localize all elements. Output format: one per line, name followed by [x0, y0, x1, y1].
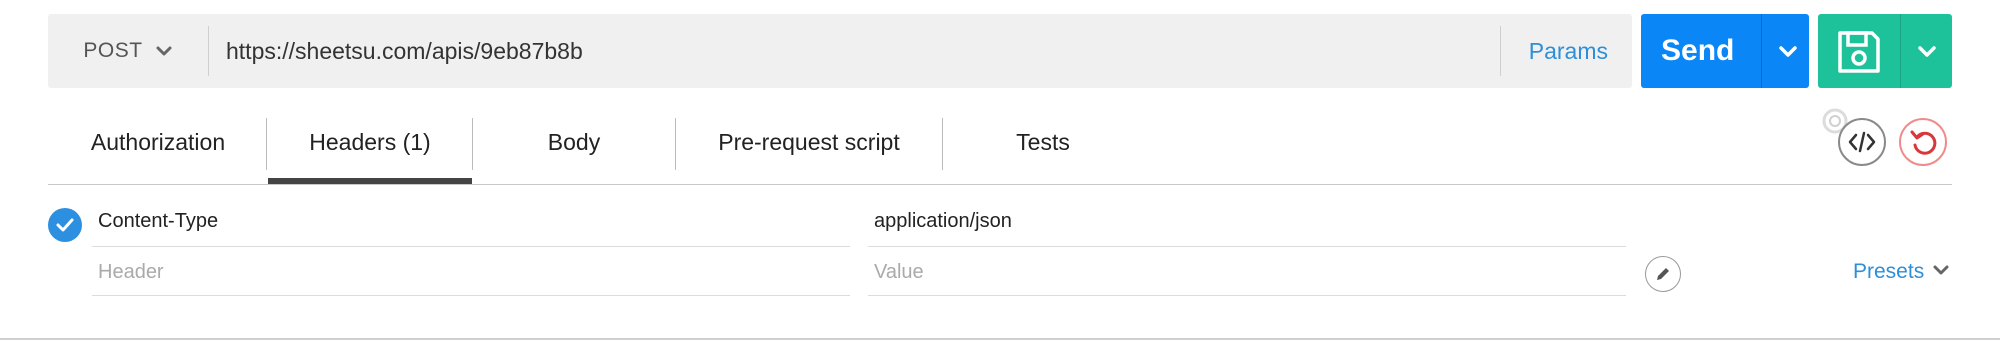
panel-bottom-border [0, 338, 2000, 340]
reset-icon [1909, 128, 1939, 163]
url-bar: POST https://sheetsu.com/apis/9eb87b8b P… [48, 14, 1632, 88]
tab-divider [266, 118, 267, 170]
save-button[interactable] [1818, 14, 1952, 88]
tab-pre-request-script[interactable]: Pre-request script [676, 113, 942, 171]
send-label: Send [1661, 34, 1735, 67]
value-field-underline [868, 246, 1626, 247]
send-divider [1761, 14, 1762, 88]
presets-dropdown[interactable]: Presets [1853, 260, 1950, 284]
tab-headers[interactable]: Headers (1) [268, 113, 472, 171]
save-disk-icon [1834, 27, 1884, 77]
tab-tests[interactable]: Tests [943, 113, 1143, 171]
tabs-rule [48, 184, 1952, 185]
save-divider [1900, 14, 1901, 88]
tab-authorization[interactable]: Authorization [68, 113, 248, 171]
chevron-down-icon [155, 42, 173, 60]
url-input[interactable]: https://sheetsu.com/apis/9eb87b8b [226, 14, 583, 88]
chevron-down-icon[interactable] [1767, 14, 1809, 88]
key-field-underline [92, 246, 850, 247]
code-icon [1848, 130, 1876, 159]
chevron-down-icon [1932, 260, 1950, 284]
new-header-key-input[interactable]: Header [98, 261, 164, 284]
new-header-value-input[interactable]: Value [874, 261, 924, 284]
check-icon [55, 216, 75, 239]
tab-body[interactable]: Body [473, 113, 675, 171]
presets-label: Presets [1853, 260, 1925, 283]
row-enabled-checkbox[interactable] [48, 208, 82, 242]
method-label: POST [83, 39, 143, 62]
method-divider [208, 26, 209, 76]
header-value-field[interactable]: application/json [874, 210, 1012, 233]
chevron-down-icon[interactable] [1902, 14, 1952, 88]
params-button[interactable]: Params [1529, 14, 1608, 88]
send-button[interactable]: Send [1641, 14, 1809, 88]
reset-button[interactable] [1899, 118, 1947, 166]
method-selector[interactable]: POST [48, 14, 208, 88]
pencil-icon [1654, 265, 1672, 288]
active-tab-indicator [268, 178, 472, 184]
header-key-field[interactable]: Content-Type [98, 210, 218, 233]
bulk-edit-button[interactable] [1645, 256, 1681, 292]
key-field-underline [92, 295, 850, 296]
value-field-underline [868, 295, 1626, 296]
generate-code-button[interactable] [1838, 118, 1886, 166]
params-divider [1500, 26, 1501, 76]
